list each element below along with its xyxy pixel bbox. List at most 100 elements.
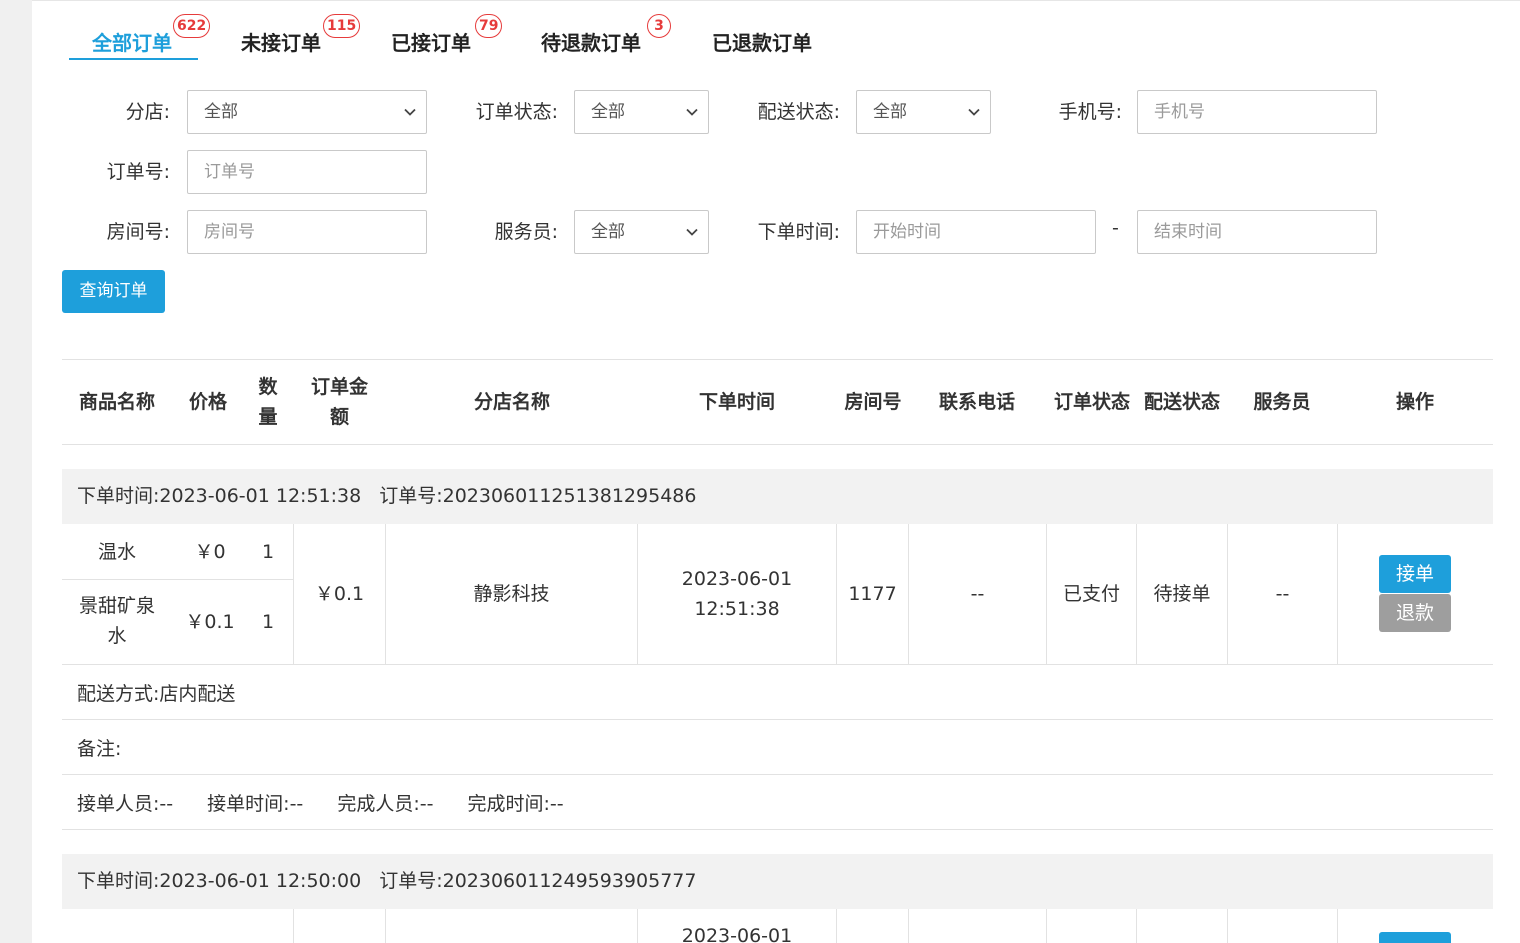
col-divider <box>836 909 837 943</box>
accepter-label: 接单人员: <box>77 793 160 815</box>
waiter-select[interactable]: 全部 <box>574 210 709 254</box>
accepter-value: -- <box>159 793 174 815</box>
order-status-select[interactable]: 全部 <box>574 90 709 134</box>
item-price: ￥0 <box>194 540 226 563</box>
end-time-input[interactable]: 结束时间 <box>1137 210 1377 254</box>
delivery-status-select-value: 全部 <box>873 102 907 122</box>
order-time-cell: 2023-06-01 12:51:38 <box>638 524 836 664</box>
unaccepted-count-badge: 115 <box>323 14 361 38</box>
delivery-status-select[interactable]: 全部 <box>856 90 991 134</box>
tab-pending-refund-orders[interactable]: 待退款订单 <box>541 27 641 56</box>
waiter-label: 服务员: <box>494 221 558 243</box>
room-no-label: 房间号: <box>106 221 170 243</box>
start-time-input[interactable]: 开始时间 <box>856 210 1096 254</box>
th-product-name: 商品名称 <box>78 390 155 413</box>
row-divider <box>62 719 1493 720</box>
query-orders-button[interactable]: 查询订单 <box>62 270 165 313</box>
room-no-input[interactable]: 房间号 <box>187 210 427 254</box>
chevron-down-icon <box>404 108 416 116</box>
order-time-value: 2023-06-01 12:50:00 <box>159 870 362 892</box>
col-divider <box>385 909 386 943</box>
delivery-status-label: 配送状态: <box>757 101 840 123</box>
col-divider <box>1227 909 1228 943</box>
order-no-label: 订单号: <box>106 161 170 183</box>
th-actions: 操作 <box>1395 390 1434 413</box>
th-delivery-status: 配送状态 <box>1143 390 1220 413</box>
chevron-down-icon <box>968 108 980 116</box>
tab-unaccepted-orders[interactable]: 未接订单 <box>241 27 321 56</box>
completer-label: 完成人员: <box>337 793 420 815</box>
order-date: 2023-06-01 <box>681 925 793 943</box>
pending-refund-count-badge: 3 <box>647 14 671 38</box>
order-no-input[interactable]: 订单号 <box>187 150 427 194</box>
th-store-name: 分店名称 <box>473 390 550 413</box>
tab-refunded-orders[interactable]: 已退款订单 <box>712 27 812 56</box>
all-orders-count-badge: 622 <box>173 14 211 38</box>
complete-time-label: 完成时间: <box>467 793 550 815</box>
col-divider <box>1337 909 1338 943</box>
chevron-down-icon <box>686 108 698 116</box>
order-status-label: 订单状态: <box>475 101 558 123</box>
order-no-value: 20230601124959390577​7 <box>442 870 697 892</box>
tab-all-orders[interactable]: 全部订单 <box>92 27 172 56</box>
order-time-label: 下单时间: <box>757 221 840 243</box>
col-divider <box>1136 909 1137 943</box>
order-no-label: 订单号: <box>379 870 443 892</box>
store-select[interactable]: 全部 <box>187 90 427 134</box>
order-clock: 12:51:38 <box>694 598 780 620</box>
store-name: 静影科技 <box>473 583 550 605</box>
table-header-bottom-border <box>62 444 1493 445</box>
phone-input[interactable]: 手机号 <box>1137 90 1377 134</box>
accepted-count-badge: 79 <box>475 14 503 38</box>
contact-phone: -- <box>970 583 985 605</box>
row-divider <box>62 829 1493 830</box>
chevron-down-icon <box>686 228 698 236</box>
order-header-bar: 下单时间:2023-06-01 12:51:38 订单号:202306011251… <box>62 469 1493 524</box>
col-divider <box>908 909 909 943</box>
delivery-method-line: 配送方式:店内配送 <box>77 679 235 706</box>
order-time-label: 下单时间: <box>77 870 160 892</box>
th-room-no: 房间号 <box>844 390 902 413</box>
waiter-select-value: 全部 <box>591 222 625 242</box>
order-management-panel: 全部订单 622 未接订单 115 已接订单 79 待退款订单 3 已退款订单 … <box>32 0 1520 943</box>
order-status-select-value: 全部 <box>591 102 625 122</box>
th-order-time: 下单时间 <box>698 390 775 413</box>
processing-info-line: 接单人员:-- 接单时间:-- 完成人员:-- 完成时间:-- <box>77 789 564 816</box>
order-no-value: 20230601125138129548​6 <box>442 485 697 507</box>
waiter: -- <box>1275 583 1290 605</box>
th-waiter: 服务员 <box>1253 390 1311 413</box>
order-date: 2023-06-01 <box>681 568 793 590</box>
refund-button[interactable]: 退款 <box>1379 594 1451 632</box>
col-divider <box>1337 524 1338 664</box>
row-divider <box>62 774 1493 775</box>
order-time-value: 2023-06-01 12:51:38 <box>159 485 362 507</box>
order-amount: ￥0.1 <box>314 583 365 605</box>
th-quantity: 数量 <box>258 375 278 428</box>
order-no-label: 订单号: <box>379 485 443 507</box>
item-qty: 1 <box>261 540 275 563</box>
item-name: 温水 <box>97 540 136 563</box>
col-divider <box>293 909 294 943</box>
col-divider <box>1046 909 1047 943</box>
tab-accepted-orders[interactable]: 已接订单 <box>391 27 471 56</box>
accept-time-label: 接单时间: <box>207 793 290 815</box>
accept-time-value: -- <box>289 793 304 815</box>
remark-label: 备注: <box>77 738 122 760</box>
delivery-status: 待接单 <box>1153 583 1211 605</box>
th-order-status: 订单状态 <box>1053 390 1130 413</box>
th-contact-phone: 联系电话 <box>938 390 1015 413</box>
completer-value: -- <box>419 793 434 815</box>
order-time-label: 下单时间: <box>77 485 160 507</box>
order-header-bar: 下单时间:2023-06-01 12:50:00 订单号:202306011249… <box>62 854 1493 909</box>
item-qty: 1 <box>261 610 275 633</box>
phone-label: 手机号: <box>1058 101 1122 123</box>
delivery-method-label: 配送方式: <box>77 683 160 705</box>
th-price: 价格 <box>188 390 227 413</box>
accept-order-button[interactable] <box>1379 932 1451 943</box>
item-price: ￥0.1 <box>185 610 235 633</box>
complete-time-value: -- <box>549 793 564 815</box>
row-bottom-border <box>62 664 1493 665</box>
item-name: 景甜矿泉水 <box>78 595 155 647</box>
accept-order-button[interactable]: 接单 <box>1379 555 1451 593</box>
store-label: 分店: <box>125 101 170 123</box>
